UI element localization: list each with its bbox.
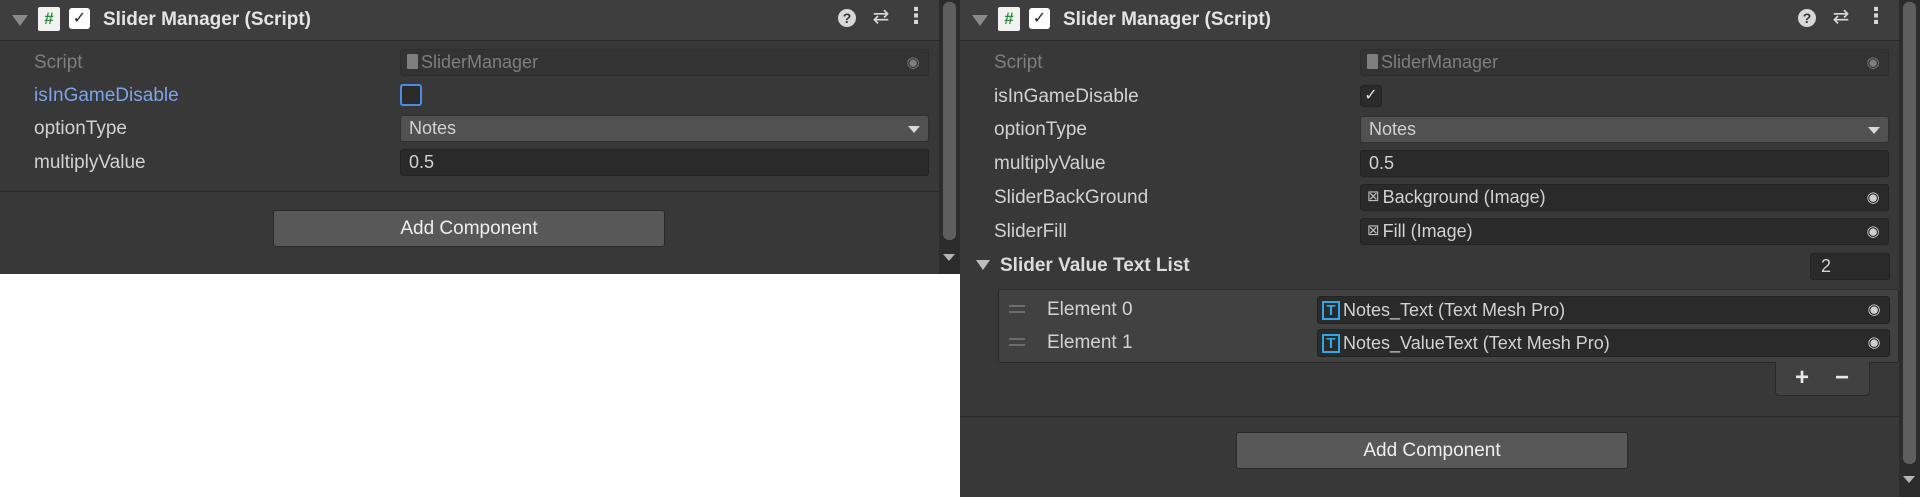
csharp-script-icon: # — [998, 7, 1020, 31]
drag-handle-icon[interactable] — [1009, 338, 1025, 346]
inspector-panel-left: # ✓ Slider Manager (Script) ? ⇄ ⋮ Script… — [0, 0, 960, 274]
is-in-game-disable-row: isInGameDisable — [0, 80, 939, 110]
element-label: Element 1 — [1047, 332, 1133, 353]
object-picker-icon: ◉ — [906, 54, 920, 71]
option-type-dropdown[interactable]: Notes — [1360, 116, 1889, 143]
help-icon[interactable]: ? — [1798, 9, 1816, 27]
multiply-value-input[interactable]: 0.5 — [400, 149, 929, 176]
option-type-row: optionType Notes — [0, 113, 939, 143]
help-icon[interactable]: ? — [838, 9, 856, 27]
slider-background-row: SliderBackGround ⊠ Background (Image) ◉ — [960, 182, 1899, 212]
slider-value-text-list: Element 0 T Notes_Text (Text Mesh Pro) ◉ … — [998, 289, 1899, 363]
component-title: Slider Manager (Script) — [1063, 9, 1271, 30]
element-object-field[interactable]: T Notes_ValueText (Text Mesh Pro) ◉ — [1317, 329, 1890, 357]
remove-element-button[interactable]: − — [1826, 364, 1858, 392]
component-header[interactable]: # ✓ Slider Manager (Script) ? ⇄ ⋮ — [0, 0, 939, 41]
object-picker-icon[interactable]: ◉ — [1862, 187, 1884, 208]
image-component-icon: ⊠ — [1367, 187, 1380, 205]
option-type-dropdown[interactable]: Notes — [400, 115, 929, 142]
list-item: Element 1 T Notes_ValueText (Text Mesh Pr… — [999, 327, 1898, 360]
list-footer: + − — [1775, 362, 1870, 396]
scrollbar[interactable] — [1899, 0, 1920, 497]
kebab-menu-icon[interactable]: ⋮ — [905, 5, 927, 29]
separator — [0, 191, 939, 192]
list-title: Slider Value Text List — [1000, 255, 1190, 276]
slider-fill-object-field[interactable]: ⊠ Fill (Image) ◉ — [1360, 218, 1889, 245]
component-title: Slider Manager (Script) — [103, 9, 311, 30]
add-element-button[interactable]: + — [1786, 364, 1818, 392]
multiply-value-row: multiplyValue 0.5 — [960, 148, 1899, 178]
kebab-menu-icon[interactable]: ⋮ — [1865, 5, 1887, 29]
option-type-row: optionType Notes — [960, 114, 1899, 144]
script-field-value: SliderManager — [421, 52, 539, 72]
script-field: SliderManager ◉ — [400, 49, 929, 76]
list-item: Element 0 T Notes_Text (Text Mesh Pro) ◉ — [999, 294, 1898, 327]
scrollbar-thumb[interactable] — [943, 2, 956, 240]
inspector-panel-right: # ✓ Slider Manager (Script) ? ⇄ ⋮ Script… — [960, 0, 1920, 497]
multiply-value-label: multiplyValue — [34, 152, 146, 173]
script-file-icon — [407, 53, 418, 69]
object-picker-icon[interactable]: ◉ — [1862, 221, 1884, 242]
tmp-text-icon: T — [1322, 333, 1340, 353]
image-component-icon: ⊠ — [1367, 221, 1380, 239]
script-file-icon — [1367, 53, 1378, 69]
multiply-value-label: multiplyValue — [994, 153, 1106, 174]
dropdown-arrow-icon — [1868, 127, 1880, 134]
scroll-down-arrow-icon[interactable] — [1903, 476, 1915, 483]
script-row: Script SliderManager ◉ — [0, 47, 939, 77]
separator — [960, 416, 1899, 417]
object-picker-icon[interactable]: ◉ — [1863, 299, 1885, 320]
slider-fill-row: SliderFill ⊠ Fill (Image) ◉ — [960, 216, 1899, 246]
csharp-script-icon: # — [38, 7, 60, 31]
list-foldout-arrow-icon[interactable] — [976, 260, 990, 270]
foldout-arrow-icon[interactable] — [972, 15, 988, 26]
tmp-text-icon: T — [1322, 300, 1340, 320]
is-in-game-disable-checkbox[interactable]: ✓ — [1360, 85, 1382, 107]
scroll-down-arrow-icon[interactable] — [943, 254, 955, 261]
option-type-label: optionType — [34, 118, 127, 139]
slider-fill-value: Fill (Image) — [1382, 221, 1473, 241]
add-component-button[interactable]: Add Component — [273, 210, 665, 247]
script-field: SliderManager ◉ — [1360, 49, 1889, 76]
multiply-value-row: multiplyValue 0.5 — [0, 147, 939, 177]
script-row: Script SliderManager ◉ — [960, 47, 1899, 77]
element-value: Notes_ValueText (Text Mesh Pro) — [1343, 333, 1610, 353]
scrollbar[interactable] — [939, 0, 960, 274]
component-enabled-checkbox[interactable]: ✓ — [1029, 8, 1050, 29]
component-header[interactable]: # ✓ Slider Manager (Script) ? ⇄ ⋮ — [960, 0, 1899, 41]
list-size-input[interactable]: 2 — [1810, 253, 1890, 280]
slider-value-text-list-header[interactable]: Slider Value Text List 2 — [960, 251, 1899, 281]
slider-background-value: Background (Image) — [1382, 187, 1546, 207]
option-type-value: Notes — [409, 118, 457, 138]
script-label: Script — [34, 52, 83, 73]
option-type-value: Notes — [1369, 119, 1417, 139]
drag-handle-icon[interactable] — [1009, 305, 1025, 313]
presets-icon[interactable]: ⇄ — [869, 5, 893, 29]
is-in-game-disable-label: isInGameDisable — [34, 85, 179, 106]
is-in-game-disable-label: isInGameDisable — [994, 86, 1139, 107]
component-enabled-checkbox[interactable]: ✓ — [69, 8, 90, 29]
slider-fill-label: SliderFill — [994, 221, 1067, 242]
element-label: Element 0 — [1047, 299, 1133, 320]
foldout-arrow-icon[interactable] — [12, 15, 28, 26]
presets-icon[interactable]: ⇄ — [1829, 5, 1853, 29]
element-object-field[interactable]: T Notes_Text (Text Mesh Pro) ◉ — [1317, 296, 1890, 324]
slider-background-object-field[interactable]: ⊠ Background (Image) ◉ — [1360, 184, 1889, 211]
option-type-label: optionType — [994, 119, 1087, 140]
object-picker-icon: ◉ — [1866, 54, 1880, 71]
element-value: Notes_Text (Text Mesh Pro) — [1343, 300, 1566, 320]
is-in-game-disable-row: isInGameDisable ✓ — [960, 81, 1899, 111]
dropdown-arrow-icon — [908, 126, 920, 133]
multiply-value-input[interactable]: 0.5 — [1360, 150, 1889, 177]
scrollbar-thumb[interactable] — [1903, 2, 1916, 464]
script-field-value: SliderManager — [1381, 52, 1499, 72]
add-component-button[interactable]: Add Component — [1236, 432, 1628, 469]
object-picker-icon[interactable]: ◉ — [1863, 332, 1885, 353]
slider-background-label: SliderBackGround — [994, 187, 1149, 208]
is-in-game-disable-checkbox[interactable] — [400, 84, 422, 106]
script-label: Script — [994, 52, 1043, 73]
